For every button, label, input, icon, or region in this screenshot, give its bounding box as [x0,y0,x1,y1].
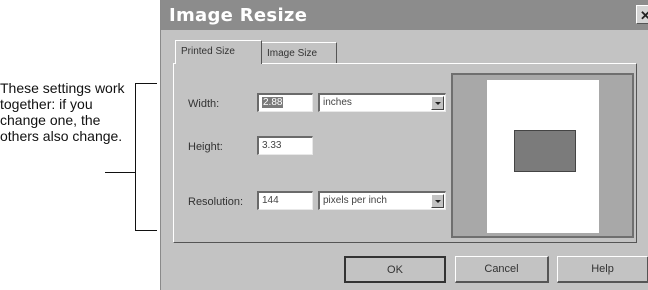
help-button[interactable]: Help [557,256,648,283]
width-unit-select[interactable]: inches [318,93,446,112]
title-bar[interactable]: Image Resize ✕ [161,0,648,30]
chevron-down-icon[interactable] [431,96,444,110]
resolution-label: Resolution: [188,196,244,208]
callout-pointer [105,172,136,173]
height-field[interactable]: 3.33 [257,136,313,155]
height-label: Height: [188,141,223,153]
close-icon[interactable]: ✕ [636,5,648,24]
width-field[interactable]: 2.88 [257,93,313,112]
preview-page [487,80,599,233]
width-label: Width: [188,98,220,110]
resolution-unit-value: pixels per inch [323,195,387,206]
callout-bracket-top [135,83,157,84]
preview-area [451,73,634,238]
tab-printed-size[interactable]: Printed Size [175,40,262,64]
preview-image [514,130,576,172]
cancel-button[interactable]: Cancel [455,256,549,283]
chevron-down-icon[interactable] [431,194,444,208]
ok-button[interactable]: OK [344,256,446,283]
width-unit-value: inches [323,97,352,108]
tab-image-size[interactable]: Image Size [261,42,337,64]
image-resize-dialog: Image Resize ✕ Printed Size Image Size W… [160,0,648,290]
callout-bracket-bottom [135,230,157,231]
resolution-field[interactable]: 144 [257,191,313,210]
callout-bracket [135,83,136,231]
resolution-unit-select[interactable]: pixels per inch [318,191,446,210]
dialog-title: Image Resize [169,5,308,26]
callout-annotation: These settings work together: if you cha… [0,80,125,144]
